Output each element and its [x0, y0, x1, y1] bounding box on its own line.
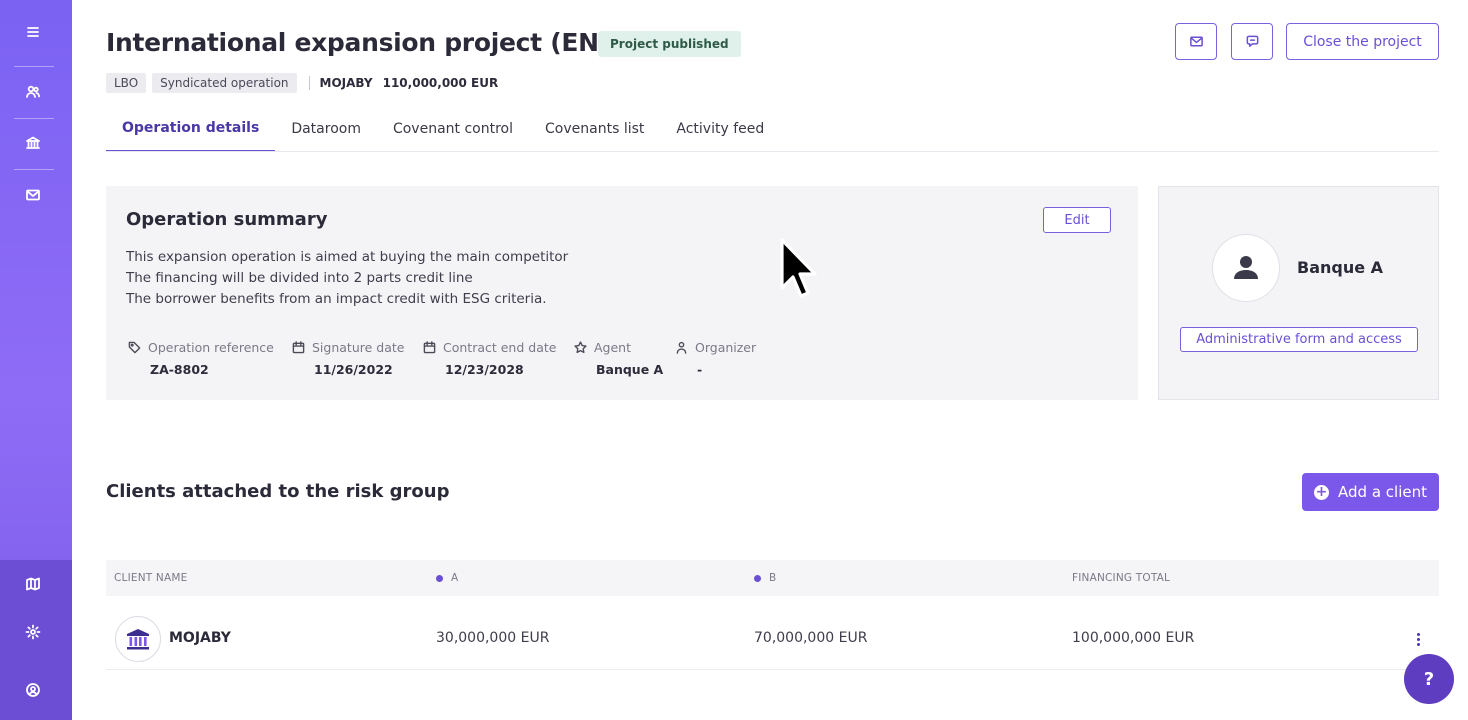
- tag-icon: [128, 341, 141, 354]
- column-header: B: [754, 572, 776, 584]
- clients-section-title: Clients attached to the risk group: [106, 481, 450, 502]
- field-operation-reference: Operation reference ZA-8802: [128, 340, 274, 377]
- borrower-name: MOJABY: [319, 76, 373, 90]
- field-organizer: Organizer -: [675, 340, 756, 377]
- tab-activity-feed[interactable]: Activity feed: [660, 106, 780, 152]
- cell-a: 30,000,000 EUR: [436, 630, 550, 646]
- tag-chip: Syndicated operation: [152, 73, 297, 93]
- cell-b: 70,000,000 EUR: [754, 630, 868, 646]
- operation-tags: LBO Syndicated operation MOJABY 110,000,…: [106, 73, 502, 93]
- sidebar-bottom: [0, 560, 72, 720]
- tab-covenant-control[interactable]: Covenant control: [377, 106, 529, 152]
- person-icon: [1234, 256, 1258, 279]
- client-name: MOJABY: [169, 630, 231, 646]
- mail-icon: [1189, 36, 1203, 47]
- agent-name: Banque A: [1297, 258, 1384, 277]
- settings-icon[interactable]: [0, 612, 66, 652]
- client-logo: [115, 616, 161, 662]
- bank-icon[interactable]: [0, 123, 66, 163]
- tab-covenants-list[interactable]: Covenants list: [529, 106, 660, 152]
- add-client-button[interactable]: + Add a client: [1302, 473, 1439, 511]
- menu-icon[interactable]: [0, 12, 66, 52]
- users-icon[interactable]: [0, 72, 66, 112]
- message-button[interactable]: [1175, 23, 1217, 60]
- field-label: Signature date: [312, 340, 405, 355]
- administrative-form-button[interactable]: Administrative form and access: [1180, 327, 1418, 352]
- cell-financing-total: 100,000,000 EUR: [1072, 630, 1195, 646]
- tabs-divider: [106, 151, 1439, 152]
- status-badge: Project published: [598, 31, 741, 57]
- chat-button[interactable]: [1231, 23, 1273, 60]
- column-header: CLIENT NAME: [114, 572, 188, 584]
- field-label: Contract end date: [443, 340, 557, 355]
- field-value: 11/26/2022: [314, 362, 393, 377]
- field-signature-date: Signature date 11/26/2022: [292, 340, 404, 377]
- field-value: -: [697, 362, 703, 377]
- operation-summary-card: Operation summary Edit This expansion op…: [106, 186, 1138, 400]
- summary-line: The financing will be divided into 2 par…: [126, 270, 473, 286]
- sidebar-divider: [14, 169, 54, 170]
- user-circle-icon[interactable]: [0, 670, 66, 710]
- person-icon: [676, 341, 687, 354]
- operation-amount: 110,000,000 EUR: [382, 76, 499, 90]
- clients-table-header: CLIENT NAME A B FINANCING TOTAL: [106, 560, 1439, 596]
- field-label: Agent: [594, 340, 631, 355]
- sidebar-divider: [14, 66, 54, 67]
- calendar-icon: [423, 341, 436, 354]
- field-value: Banque A: [596, 362, 664, 377]
- more-options-icon[interactable]: [1408, 628, 1428, 650]
- tag-chip: LBO: [106, 73, 147, 93]
- column-header: A: [436, 572, 458, 584]
- edit-button[interactable]: Edit: [1043, 207, 1111, 233]
- field-label: Operation reference: [148, 340, 274, 355]
- avatar: [1212, 234, 1280, 302]
- field-value: 12/23/2028: [445, 362, 524, 377]
- tab-dataroom[interactable]: Dataroom: [275, 106, 377, 152]
- help-button[interactable]: ?: [1404, 654, 1454, 704]
- tag-divider: [308, 76, 310, 90]
- tab-bar: Operation details Dataroom Covenant cont…: [106, 106, 780, 152]
- sidebar-divider: [14, 118, 54, 119]
- page-title: International expansion project (EN): [106, 28, 610, 57]
- add-client-label: Add a client: [1338, 483, 1427, 501]
- column-header: FINANCING TOTAL: [1072, 572, 1171, 584]
- calendar-icon: [292, 341, 305, 354]
- series-dot: [754, 574, 761, 582]
- summary-description: This expansion operation is aimed at buy…: [126, 247, 568, 310]
- summary-line: This expansion operation is aimed at buy…: [126, 249, 569, 265]
- field-value: ZA-8802: [150, 362, 209, 377]
- star-icon: [574, 341, 587, 354]
- tab-operation-details[interactable]: Operation details: [106, 106, 276, 152]
- mail-icon[interactable]: [0, 175, 66, 215]
- map-icon[interactable]: [0, 564, 66, 604]
- chat-icon: [1246, 35, 1258, 47]
- agent-card: Banque A Administrative form and access: [1158, 186, 1439, 400]
- plus-icon: +: [1314, 483, 1330, 500]
- summary-title: Operation summary: [126, 209, 328, 230]
- sidebar: [0, 0, 72, 720]
- field-label: Organizer: [695, 340, 757, 355]
- summary-line: The borrower benefits from an impact cre…: [126, 291, 547, 307]
- close-project-button[interactable]: Close the project: [1286, 23, 1439, 60]
- field-agent: Agent Banque A: [574, 340, 663, 377]
- series-dot: [436, 574, 443, 582]
- field-contract-end-date: Contract end date 12/23/2028: [423, 340, 556, 377]
- table-row[interactable]: MOJABY 30,000,000 EUR 70,000,000 EUR 100…: [106, 608, 1439, 670]
- bank-icon: [127, 629, 149, 650]
